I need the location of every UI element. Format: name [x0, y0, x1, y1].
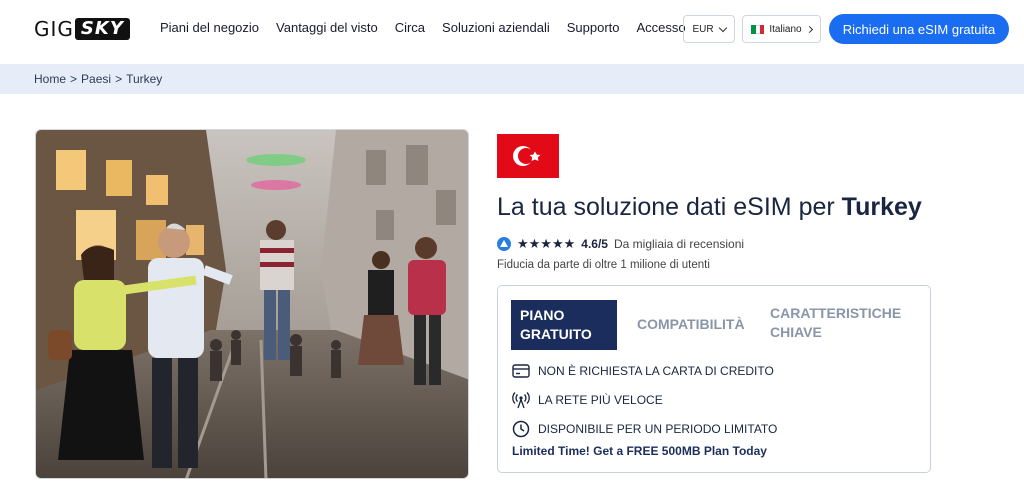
italy-flag-icon	[751, 24, 765, 34]
promo-text: Limited Time! Get a FREE 500MB Plan Toda…	[512, 444, 767, 458]
tab-compatibility-line1: COMPATIBILITÀ	[637, 316, 745, 332]
breadcrumb-countries[interactable]: Paesi	[81, 72, 111, 86]
page-title: La tua soluzione dati eSIM per Turkey	[497, 193, 922, 222]
gigsky-logo[interactable]: GIG SKY	[34, 17, 130, 41]
site-header: GIG SKY Piani del negozio Vantaggi del v…	[0, 0, 1024, 58]
tab-compatibility[interactable]: COMPATIBILITÀ	[637, 315, 745, 334]
breadcrumb-bar: Home > Paesi > Turkey	[0, 64, 1024, 94]
breadcrumb-separator: >	[70, 72, 78, 86]
currency-value: EUR	[692, 23, 714, 35]
feature-label: DISPONIBILE PER UN PERIODO LIMITATO	[538, 421, 778, 436]
breadcrumb-current: Turkey	[126, 72, 163, 86]
breadcrumb-separator: >	[115, 72, 123, 86]
nav-store-plans[interactable]: Piani del negozio	[160, 20, 259, 35]
logo-text-gig: GIG	[34, 17, 74, 41]
tab-key-features-line2: CHIAVE	[770, 324, 822, 340]
hero-image-istanbul-street	[35, 129, 469, 479]
nav-visa-benefits[interactable]: Vantaggi del visto	[276, 20, 378, 35]
rating-reviews-text: Da migliaia di recensioni	[613, 237, 745, 251]
chevron-down-icon	[718, 23, 727, 32]
clock-icon	[512, 420, 530, 437]
breadcrumb-home[interactable]: Home	[34, 72, 66, 86]
rating-score: 4.6/5	[581, 237, 608, 251]
trust-text: Fiducia da parte di oltre 1 milione di u…	[497, 259, 710, 271]
feature-label: LA RETE PIÙ VELOCE	[538, 392, 663, 407]
language-value: Italiano	[769, 23, 802, 35]
chevron-right-icon	[805, 25, 813, 33]
feature-item: DISPONIBILE PER UN PERIODO LIMITATO	[512, 414, 777, 443]
antenna-icon	[512, 391, 530, 408]
feature-item: NON È RICHIESTA LA CARTA DI CREDITO	[512, 356, 777, 385]
page-title-prefix: La tua soluzione dati eSIM per	[497, 193, 835, 221]
nav-login[interactable]: Accesso	[637, 20, 686, 35]
plan-info-card: PIANO GRATUITO COMPATIBILITÀ CARATTERIST…	[497, 285, 931, 473]
currency-select[interactable]: EUR	[683, 15, 735, 43]
nav-business-solutions[interactable]: Soluzioni aziendali	[442, 20, 550, 35]
feature-item: LA RETE PIÙ VELOCE	[512, 385, 777, 414]
logo-text-sky: SKY	[74, 18, 130, 40]
feature-label: NON È RICHIESTA LA CARTA DI CREDITO	[538, 363, 774, 378]
main-nav: Piani del negozio Vantaggi del visto Cir…	[160, 20, 686, 35]
nav-support[interactable]: Supporto	[567, 20, 620, 35]
rating-row: ★★★★★ 4.6/5 Da migliaia di recensioni	[497, 236, 744, 252]
language-select[interactable]: Italiano	[742, 15, 821, 43]
tab-key-features-line1: CARATTERISTICHE	[770, 305, 902, 321]
get-free-esim-button[interactable]: Richiedi una eSIM gratuita	[829, 14, 1009, 44]
page-title-country: Turkey	[841, 193, 922, 221]
star-rating-icon: ★★★★★	[517, 236, 576, 251]
feature-list: NON È RICHIESTA LA CARTA DI CREDITO LA R…	[512, 356, 777, 443]
review-badge-icon	[497, 237, 511, 251]
tab-free-plan-line2: GRATUITO	[520, 326, 592, 342]
turkey-flag-icon	[497, 134, 559, 178]
credit-card-icon	[512, 363, 530, 378]
tab-free-plan[interactable]: PIANO GRATUITO	[511, 300, 617, 350]
breadcrumb: Home > Paesi > Turkey	[34, 72, 162, 86]
tab-key-features[interactable]: CARATTERISTICHE CHIAVE	[770, 304, 901, 342]
nav-about[interactable]: Circa	[395, 20, 425, 35]
tab-free-plan-line1: PIANO	[520, 307, 565, 323]
